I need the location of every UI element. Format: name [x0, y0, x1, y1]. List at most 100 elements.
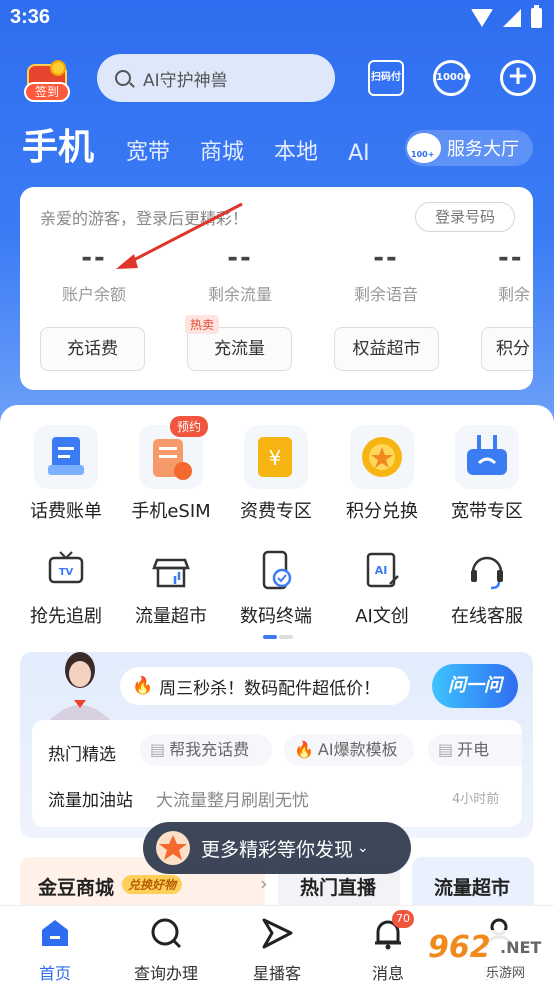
- signin-label: 签到: [24, 82, 70, 102]
- fire-icon: 🔥: [294, 740, 314, 759]
- grid-item-device[interactable]: 数码终端: [226, 548, 326, 628]
- chip-ai-template[interactable]: 🔥 AI爆款模板: [284, 734, 414, 766]
- discover-more-toast[interactable]: 更多精彩等你发现 ⌄: [143, 822, 411, 874]
- points-icon: [350, 425, 414, 489]
- grid-item-ai-creative[interactable]: AI AI文创: [332, 548, 432, 628]
- grid-label: 在线客服: [451, 606, 523, 627]
- chip-icon: ▤: [438, 740, 454, 759]
- grid-item-broadband[interactable]: 宽带专区: [437, 425, 537, 523]
- tile-title: 金豆商城: [38, 877, 115, 899]
- status-time: 3:36: [10, 6, 51, 28]
- grid-label: AI文创: [355, 606, 409, 627]
- tab-local[interactable]: 本地: [274, 134, 318, 172]
- grid-label: 资费专区: [240, 501, 312, 522]
- send-icon: [262, 918, 293, 949]
- stat-label: 剩余: [498, 285, 531, 304]
- grid-item-tariff[interactable]: ¥ 资费专区: [226, 425, 326, 523]
- preorder-badge: 预约: [170, 416, 209, 437]
- chip-recharge-help[interactable]: ▤ 帮我充话费: [140, 734, 272, 766]
- chevron-down-icon: ⌄: [357, 840, 369, 856]
- tile-tag: 兑换好物: [122, 875, 183, 894]
- grid-item-drama[interactable]: TV 抢先追剧: [16, 548, 116, 628]
- toast-label: 更多精彩等你发现: [201, 838, 354, 861]
- tile-traffic-store[interactable]: 流量超市: [412, 857, 534, 907]
- watermark-logo: 962: [428, 930, 491, 965]
- service-hall-button[interactable]: 服务大厅: [405, 130, 533, 166]
- ask-button[interactable]: 问一问: [432, 664, 518, 708]
- status-icons: [471, 5, 542, 28]
- nav-home[interactable]: 首页: [5, 916, 105, 984]
- chip-label: 帮我充话费: [169, 740, 250, 759]
- tab-mobile[interactable]: 手机: [22, 118, 94, 172]
- svg-text:TV: TV: [59, 567, 74, 578]
- tab-mall[interactable]: 商城: [200, 134, 244, 172]
- grid-label: 宽带专区: [451, 501, 523, 522]
- wifi-icon: [471, 9, 493, 27]
- watermark-site: 乐游网: [486, 966, 526, 981]
- stat-value: --: [498, 243, 524, 273]
- stat-label: 账户余额: [61, 285, 126, 304]
- hot-sale-tag: 热卖: [185, 315, 220, 334]
- grid-item-customer-service[interactable]: 在线客服: [437, 548, 537, 628]
- nav-star-podcast[interactable]: 星播客: [227, 916, 327, 984]
- grid-label: 话费账单: [30, 501, 102, 522]
- page-dot-active: [263, 635, 277, 639]
- grid-item-points[interactable]: 积分兑换: [332, 425, 432, 523]
- nav-label: 首页: [38, 964, 71, 983]
- tile-title: 流量超市: [434, 877, 511, 899]
- nav-label: 查询办理: [133, 964, 198, 983]
- grid-item-traffic-store[interactable]: 流量超市: [121, 548, 221, 628]
- annotation-arrow-icon: [116, 202, 243, 269]
- tariff-icon: ¥: [244, 425, 308, 489]
- stat-voice[interactable]: -- 剩余语音: [326, 243, 446, 305]
- chip-label: 开电: [457, 740, 490, 759]
- data-station-desc: 大流量整月刷剧无忧: [156, 791, 309, 811]
- search-icon: [115, 70, 131, 86]
- grid-label: 抢先追剧: [30, 606, 102, 627]
- signin-button[interactable]: 签到: [22, 60, 72, 106]
- login-button[interactable]: 登录号码: [415, 202, 515, 232]
- home-icon: [42, 920, 68, 946]
- tab-broadband[interactable]: 宽带: [126, 134, 170, 172]
- grid-item-esim[interactable]: 手机eSIM: [121, 425, 221, 523]
- nav-query[interactable]: 查询办理: [116, 916, 216, 984]
- coin-icon: [50, 60, 66, 76]
- grid-label: 积分兑换: [346, 501, 418, 522]
- svg-text:¥: ¥: [269, 446, 282, 470]
- search-bar[interactable]: AI守护神兽: [97, 54, 335, 102]
- recharge-fee-button[interactable]: 充话费: [40, 327, 145, 371]
- nav-label: 星播客: [252, 964, 301, 983]
- points-button[interactable]: 积分: [481, 327, 533, 371]
- chip-label: AI爆款模板: [317, 740, 398, 759]
- query-icon: [151, 918, 182, 949]
- chevron-right-icon: ›: [260, 873, 268, 895]
- chip-open-power[interactable]: ▤ 开电: [428, 734, 522, 766]
- grid-label: 手机eSIM: [131, 501, 211, 522]
- message-count-badge: 70: [392, 910, 414, 928]
- battery-icon: [531, 5, 542, 28]
- grid-item-bill[interactable]: 话费账单: [16, 425, 116, 523]
- fire-icon: 🔥: [132, 676, 154, 696]
- benefits-market-button[interactable]: 权益超市: [334, 327, 439, 371]
- tab-ai[interactable]: AI: [348, 141, 370, 172]
- signal-icon: [503, 9, 521, 27]
- svg-text:AI: AI: [375, 564, 388, 577]
- star-icon: [156, 831, 190, 865]
- add-button[interactable]: +: [500, 60, 536, 96]
- stat-label: 剩余流量: [207, 285, 272, 304]
- assistant-avatar: [48, 652, 112, 722]
- stat-remaining[interactable]: -- 剩余: [472, 243, 533, 305]
- page-dot: [279, 635, 293, 639]
- stat-value: --: [373, 243, 399, 273]
- service-hall-icon: [407, 133, 441, 163]
- traffic-store-icon: [149, 548, 193, 592]
- scan-pay-button[interactable]: 扫码付: [368, 60, 404, 96]
- device-icon: [254, 548, 298, 592]
- tv-icon: TV: [44, 548, 88, 592]
- promo-banner[interactable]: 🔥 周三秒杀！数码配件超低价！: [120, 667, 410, 705]
- headset-icon: [465, 548, 509, 592]
- status-bar: 3:36: [0, 0, 554, 40]
- hotline-10000-button[interactable]: 10000: [433, 60, 471, 96]
- data-station-title: 流量加油站: [48, 791, 133, 811]
- top-tabs: 手机 宽带 商城 本地 AI: [22, 122, 400, 172]
